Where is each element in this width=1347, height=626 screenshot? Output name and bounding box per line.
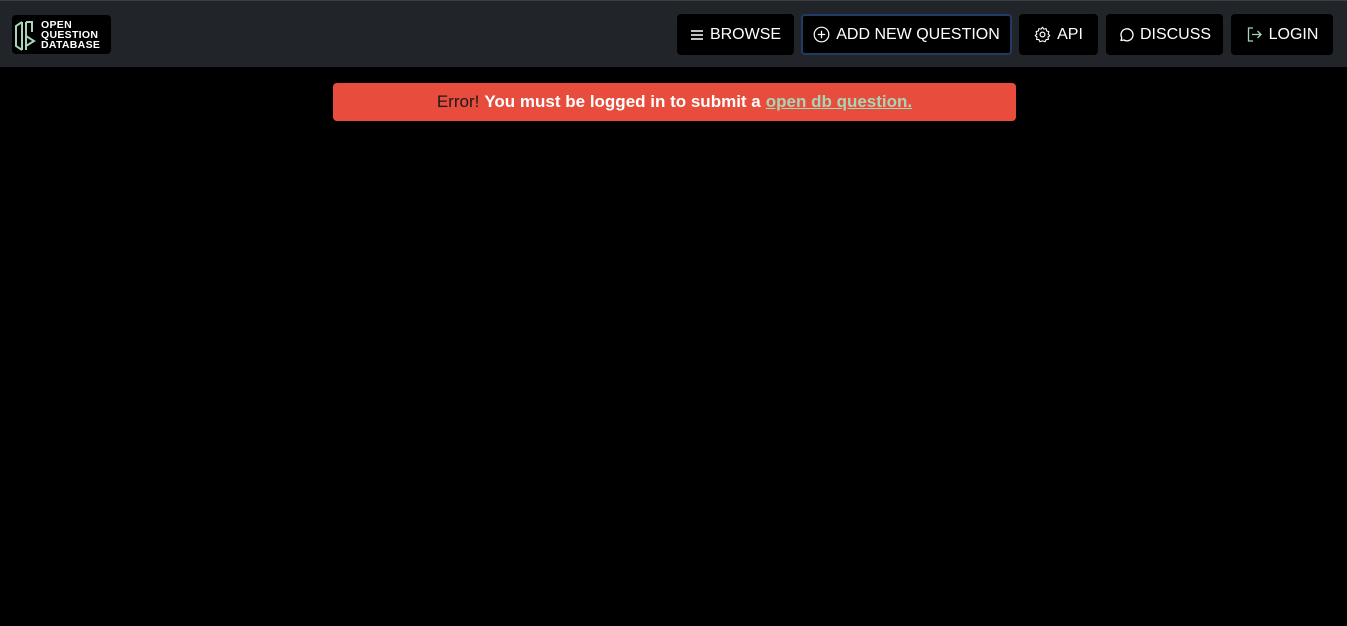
logo[interactable]: OPEN QUESTION DATABASE (12, 15, 111, 54)
logo-line-3: DATABASE (41, 38, 101, 51)
browse-button[interactable]: BROWSE (677, 14, 794, 55)
api-button[interactable]: API (1019, 14, 1098, 55)
error-alert: Error! You must be logged in to submit a… (333, 83, 1016, 121)
login-button[interactable]: LOGIN (1231, 14, 1333, 55)
logo-line-1: OPEN (41, 18, 72, 31)
add-new-question-button[interactable]: ADD NEW QUESTION (801, 14, 1012, 55)
add-new-question-label: ADD NEW QUESTION (836, 25, 1000, 43)
list-icon (690, 28, 704, 42)
alert-message: You must be logged in to submit a (484, 92, 761, 111)
navbar: OPEN QUESTION DATABASE BROWSE ADD NEW QU… (0, 0, 1347, 67)
gear-icon (1034, 26, 1051, 43)
open-db-question-link[interactable]: open db question. (766, 92, 912, 112)
login-icon (1246, 26, 1263, 43)
alert-prefix: Error! (436, 92, 480, 111)
login-label: LOGIN (1268, 25, 1319, 43)
browse-label: BROWSE (709, 25, 782, 43)
logo-icon (15, 20, 36, 51)
logo-line-2: QUESTION (41, 28, 99, 41)
discuss-label: DISCUSS (1139, 25, 1212, 43)
api-label: API (1057, 25, 1083, 43)
chat-bubble-icon (1118, 27, 1134, 43)
plus-circle-icon (813, 26, 830, 43)
discuss-button[interactable]: DISCUSS (1106, 14, 1223, 55)
